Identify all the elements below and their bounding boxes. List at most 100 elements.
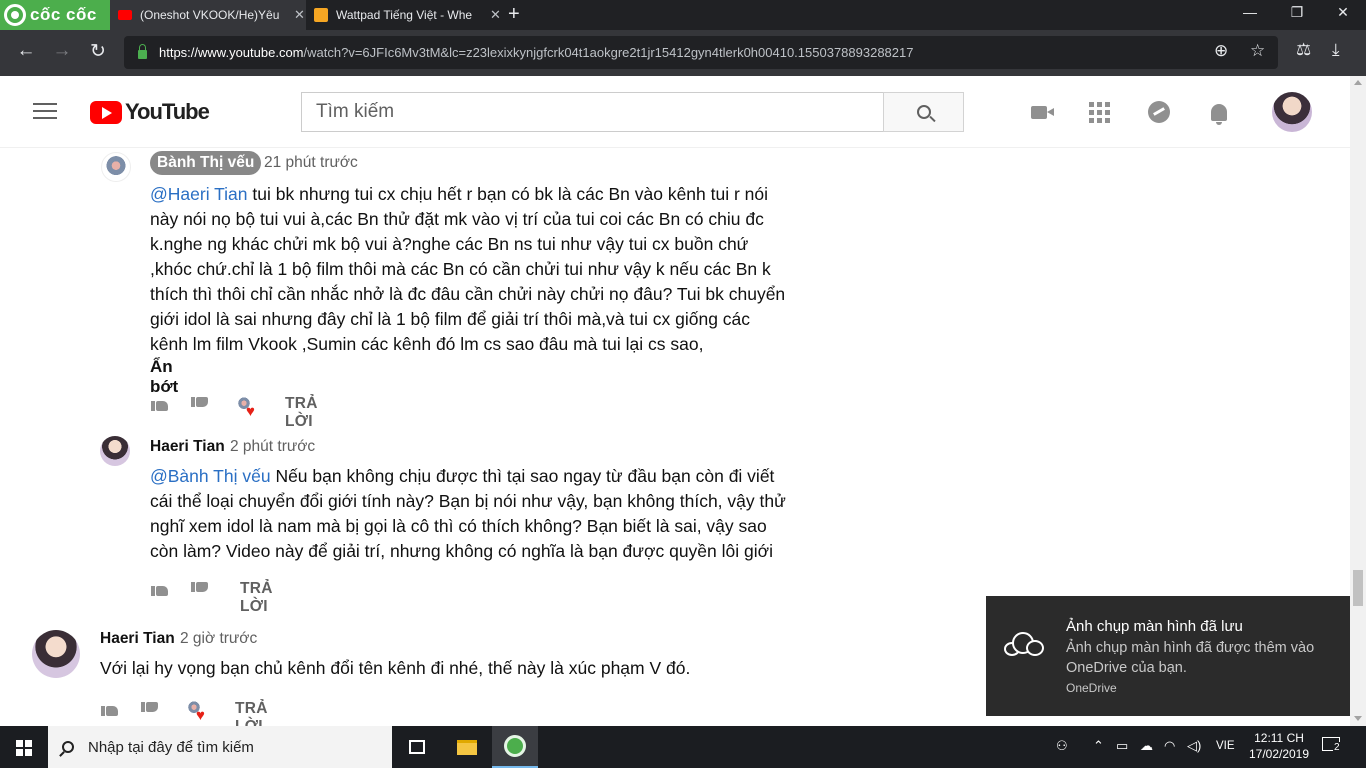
comment-author-badge[interactable]: Bành Thị vếu: [150, 151, 262, 175]
dislike-icon[interactable]: [141, 702, 159, 718]
comment-time[interactable]: 21 phút trước: [264, 154, 358, 172]
onedrive-tray-icon[interactable]: ☁: [1140, 738, 1153, 754]
reply-button[interactable]: TRẢ LỜI: [285, 395, 318, 431]
comment-line: cái thể loại chuyển đổi giới tính này? B…: [150, 491, 786, 511]
scrollbar-thumb[interactable]: [1353, 570, 1363, 606]
show-less-button[interactable]: Ẩn bớt: [150, 357, 178, 397]
youtube-masthead: YouTube Tìm kiếm: [0, 76, 1366, 148]
reload-button[interactable]: ↻: [85, 40, 111, 63]
guide-menu-icon[interactable]: [33, 103, 57, 121]
url-host: https://www.youtube.com: [159, 45, 304, 60]
tab-title: (Oneshot VKOOK/He)Yêu: [140, 8, 280, 22]
url-text: https://www.youtube.com/watch?v=6JFIc6Mv…: [159, 45, 913, 60]
dislike-icon[interactable]: [191, 397, 209, 413]
comment-line: này nói nọ bộ tui vui à,các Bn thử đặt m…: [150, 209, 764, 229]
video-camera-icon: [1031, 105, 1054, 119]
search-icon: [62, 741, 74, 753]
scroll-down-icon[interactable]: [1354, 716, 1362, 721]
comment-text: @Haeri Tian tui bk nhưng tui cx chịu hết…: [150, 182, 790, 357]
comment-author[interactable]: Haeri Tian: [150, 438, 225, 456]
avatar[interactable]: [101, 152, 131, 182]
tab-wattpad[interactable]: Wattpad Tiếng Việt - Whe ✕: [306, 0, 502, 30]
address-bar[interactable]: https://www.youtube.com/watch?v=6JFIc6Mv…: [124, 36, 1278, 69]
creator-heart-icon: ♥: [236, 396, 258, 419]
people-icon[interactable]: ⚇: [1056, 738, 1068, 754]
reply-button[interactable]: TRẢ LỜI: [240, 580, 273, 616]
avatar[interactable]: [100, 436, 130, 466]
extensions-icon[interactable]: ⚖: [1296, 40, 1311, 60]
comment-line: Nếu bạn không chịu được thì tại sao ngay…: [270, 466, 775, 486]
clock-time: 12:11 CH: [1254, 731, 1304, 745]
apps-grid-icon: [1088, 101, 1110, 123]
youtube-play-icon: [90, 100, 122, 124]
comment-time[interactable]: 2 giờ trước: [180, 630, 257, 648]
tab-title: Wattpad Tiếng Việt - Whe: [336, 8, 473, 22]
account-avatar[interactable]: [1272, 92, 1312, 132]
notification-message: Ảnh chụp màn hình đã được thêm vào OneDr…: [1066, 640, 1315, 676]
file-explorer-button[interactable]: [444, 726, 490, 768]
notification-count: 2: [1333, 742, 1341, 753]
close-icon[interactable]: ✕: [490, 7, 501, 23]
browser-tab-bar: cốc cốc (Oneshot VKOOK/He)Yêu ✕ Wattpad …: [0, 0, 1366, 30]
mention-link[interactable]: @Haeri Tian: [150, 184, 248, 204]
coccoc-menu-button[interactable]: cốc cốc: [0, 0, 110, 30]
bell-icon: [1211, 103, 1227, 125]
clock-date: 17/02/2019: [1248, 747, 1310, 761]
action-center-icon[interactable]: 2: [1322, 737, 1341, 753]
bookmark-star-icon[interactable]: ☆: [1250, 41, 1265, 61]
comment-line: giới idol là sai nhưng đây chỉ là 1 bộ f…: [150, 309, 751, 329]
coccoc-taskbar-button[interactable]: [492, 726, 538, 768]
window-close-button[interactable]: ✕: [1333, 4, 1353, 21]
new-tab-button[interactable]: +: [508, 3, 520, 26]
search-button[interactable]: [883, 92, 964, 132]
forward-button[interactable]: →: [49, 40, 75, 62]
restore-button[interactable]: ❐: [1287, 4, 1307, 21]
notification-app-name: OneDrive: [1066, 681, 1117, 695]
notifications-button[interactable]: [1206, 100, 1232, 125]
zoom-icon[interactable]: ⊕: [1214, 41, 1228, 61]
like-icon[interactable]: [151, 580, 169, 596]
windows-start-icon[interactable]: [16, 740, 32, 756]
apps-button[interactable]: [1086, 100, 1112, 124]
comment-time[interactable]: 2 phút trước: [230, 438, 315, 456]
windows-taskbar: Nhập tại đây để tìm kiếm ⚇ ⌃ ▭ ☁ ◠ ◁) VI…: [0, 726, 1366, 768]
back-button[interactable]: ←: [13, 40, 39, 62]
dislike-icon[interactable]: [191, 582, 209, 598]
volume-icon[interactable]: ◁): [1187, 738, 1201, 754]
minimize-button[interactable]: —: [1240, 4, 1260, 20]
like-icon[interactable]: [151, 395, 169, 411]
youtube-favicon-icon: [118, 10, 132, 20]
mention-link[interactable]: @Bành Thị vếu: [150, 466, 271, 486]
taskbar-clock[interactable]: 12:11 CH 17/02/2019: [1248, 730, 1310, 762]
wifi-icon[interactable]: ◠: [1164, 738, 1175, 754]
scroll-up-icon[interactable]: [1354, 80, 1362, 85]
comment-line: còn làm? Video này để giải trí, nhưng kh…: [150, 541, 773, 561]
messages-button[interactable]: [1146, 100, 1172, 124]
comment-line: k.nghe ng khác chửi mk bộ vui à?nghe các…: [150, 234, 749, 254]
folder-icon: [457, 739, 477, 755]
task-view-button[interactable]: [394, 726, 440, 768]
taskbar-search-box[interactable]: Nhập tại đây để tìm kiếm: [48, 726, 392, 768]
download-icon[interactable]: ⤓: [1332, 40, 1340, 60]
search-input[interactable]: Tìm kiếm: [301, 92, 884, 132]
cloud-icon: [1004, 632, 1046, 656]
comment-author[interactable]: Haeri Tian: [100, 630, 175, 648]
youtube-wordmark: YouTube: [125, 99, 210, 124]
input-language[interactable]: VIE: [1216, 740, 1235, 752]
battery-icon[interactable]: ▭: [1116, 738, 1128, 754]
taskbar-search-placeholder: Nhập tại đây để tìm kiếm: [88, 738, 254, 756]
like-icon[interactable]: [101, 700, 119, 716]
creator-heart-icon: ♥: [186, 700, 208, 723]
create-video-button[interactable]: [1026, 100, 1054, 124]
reply-button[interactable]: TRẢ LỜI: [235, 700, 268, 726]
youtube-logo[interactable]: YouTube: [90, 99, 210, 125]
onedrive-notification[interactable]: Ảnh chụp màn hình đã lưu Ảnh chụp màn hì…: [986, 596, 1350, 716]
show-hidden-icons-chevron-icon[interactable]: ⌃: [1093, 738, 1104, 754]
avatar[interactable]: [32, 630, 80, 678]
task-view-icon: [409, 740, 425, 754]
comment-line: kênh lm film Vkook ,Sumin các kênh đó lm…: [150, 334, 704, 354]
notification-title: Ảnh chụp màn hình đã lưu: [1066, 618, 1243, 635]
close-icon[interactable]: ✕: [294, 7, 305, 23]
tab-youtube[interactable]: (Oneshot VKOOK/He)Yêu ✕: [110, 0, 306, 30]
page-scrollbar[interactable]: [1350, 76, 1366, 726]
